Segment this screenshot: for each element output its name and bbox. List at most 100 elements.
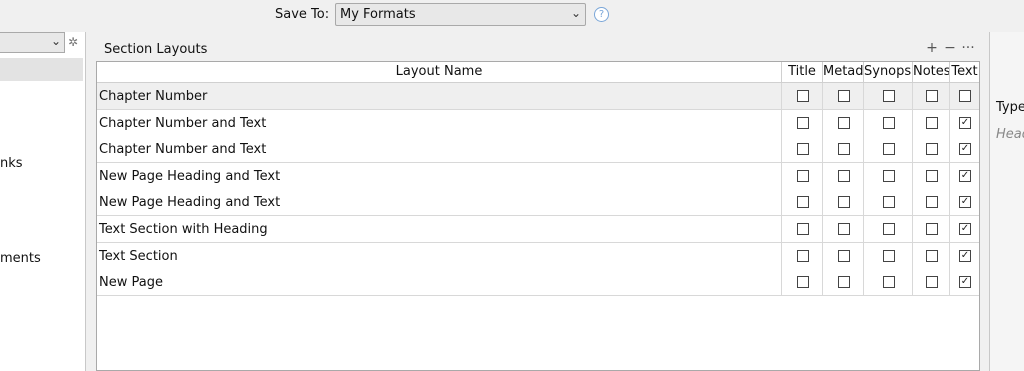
cell-text: ✓ <box>949 162 979 189</box>
text-checkbox[interactable]: ✓ <box>959 276 971 289</box>
section-actions: + − ··· <box>923 40 977 56</box>
text-checkbox[interactable]: ✓ <box>959 249 971 262</box>
notes-checkbox[interactable] <box>926 90 938 102</box>
meta-checkbox[interactable] <box>838 90 850 102</box>
left-selected-item[interactable] <box>0 58 83 81</box>
left-item-elements[interactable]: ments <box>0 251 41 266</box>
right-label-head: Head <box>996 127 1024 142</box>
chevron-down-icon: ⌄ <box>570 6 581 20</box>
title-checkbox[interactable] <box>797 276 809 289</box>
add-layout-button[interactable]: + <box>923 40 941 56</box>
syn-checkbox[interactable] <box>883 169 895 182</box>
remove-layout-button[interactable]: − <box>941 40 959 56</box>
cell-title <box>781 83 822 109</box>
layout-name: Text Section <box>99 248 178 264</box>
title-checkbox[interactable] <box>797 196 809 209</box>
cell-notes <box>912 216 949 242</box>
meta-checkbox[interactable] <box>838 249 850 262</box>
notes-checkbox[interactable] <box>926 116 938 129</box>
meta-checkbox[interactable] <box>838 223 850 235</box>
meta-checkbox[interactable] <box>838 276 850 289</box>
cell-meta <box>822 136 863 163</box>
meta-checkbox[interactable] <box>838 169 850 182</box>
cell-title <box>781 269 822 296</box>
syn-checkbox[interactable] <box>883 90 895 102</box>
cell-meta <box>822 109 863 136</box>
column-header-title[interactable]: Title <box>781 62 822 83</box>
column-header-notes[interactable]: Notes <box>912 62 949 83</box>
gear-icon[interactable]: ✲ <box>68 35 78 49</box>
cell-text: ✓ <box>949 109 979 136</box>
cell-text: ✓ <box>949 216 979 242</box>
title-checkbox[interactable] <box>797 116 809 129</box>
cell-notes <box>912 136 949 163</box>
table-row[interactable]: New Page Heading and Text ✓ <box>97 162 979 190</box>
syn-checkbox[interactable] <box>883 116 895 129</box>
title-checkbox[interactable] <box>797 249 809 262</box>
cell-title <box>781 189 822 216</box>
column-header-metadata[interactable]: Metadata <box>822 62 863 83</box>
cell-text <box>949 83 979 109</box>
text-checkbox[interactable]: ✓ <box>959 143 971 156</box>
title-checkbox[interactable] <box>797 223 809 235</box>
meta-checkbox[interactable] <box>838 196 850 209</box>
table-row[interactable]: Text Section with Heading ✓ <box>97 216 979 243</box>
cell-title <box>781 242 822 269</box>
notes-checkbox[interactable] <box>926 169 938 182</box>
cell-text: ✓ <box>949 136 979 163</box>
column-header-synopsis[interactable]: Synopsis <box>863 62 912 83</box>
cell-meta <box>822 216 863 242</box>
more-options-button[interactable]: ··· <box>959 40 977 56</box>
cell-text: ✓ <box>949 242 979 269</box>
syn-checkbox[interactable] <box>883 196 895 209</box>
title-checkbox[interactable] <box>797 143 809 156</box>
notes-checkbox[interactable] <box>926 223 938 235</box>
notes-checkbox[interactable] <box>926 249 938 262</box>
notes-checkbox[interactable] <box>926 143 938 156</box>
title-checkbox[interactable] <box>797 90 809 102</box>
table-row[interactable]: New Page Heading and Text ✓ <box>97 189 979 217</box>
syn-checkbox[interactable] <box>883 223 895 235</box>
layout-name: Chapter Number <box>99 89 208 104</box>
column-header-text[interactable]: Text <box>949 62 979 83</box>
table-row[interactable]: Chapter Number and Text ✓ <box>97 109 979 137</box>
text-checkbox[interactable]: ✓ <box>959 169 971 182</box>
cell-notes <box>912 109 949 136</box>
text-checkbox[interactable]: ✓ <box>959 196 971 209</box>
notes-checkbox[interactable] <box>926 196 938 209</box>
save-to-select[interactable]: My Formats ⌄ <box>335 3 586 26</box>
cell-syn <box>863 162 912 189</box>
title-checkbox[interactable] <box>797 169 809 182</box>
cell-title <box>781 136 822 163</box>
left-item-links[interactable]: nks <box>0 156 23 171</box>
cell-meta <box>822 162 863 189</box>
text-checkbox[interactable]: ✓ <box>959 223 971 235</box>
help-icon[interactable]: ? <box>594 7 609 22</box>
cell-notes <box>912 242 949 269</box>
cell-syn <box>863 109 912 136</box>
syn-checkbox[interactable] <box>883 143 895 156</box>
cell-title <box>781 216 822 242</box>
section-layouts-title: Section Layouts <box>104 42 208 57</box>
syn-checkbox[interactable] <box>883 249 895 262</box>
cell-syn <box>863 242 912 269</box>
layout-name: New Page Heading and Text <box>99 195 281 211</box>
cell-title <box>781 162 822 189</box>
right-label-type: Type <box>996 100 1024 115</box>
left-select[interactable]: ⌄ <box>0 32 65 53</box>
cell-syn <box>863 189 912 216</box>
column-header-layout-name[interactable]: Layout Name <box>97 62 781 83</box>
table-row[interactable]: Chapter Number <box>97 83 979 110</box>
syn-checkbox[interactable] <box>883 276 895 289</box>
table-row[interactable]: Chapter Number and Text ✓ <box>97 136 979 164</box>
table-row[interactable]: New Page ✓ <box>97 269 979 297</box>
meta-checkbox[interactable] <box>838 143 850 156</box>
notes-checkbox[interactable] <box>926 276 938 289</box>
text-checkbox[interactable]: ✓ <box>959 116 971 129</box>
meta-checkbox[interactable] <box>838 116 850 129</box>
cell-meta <box>822 242 863 269</box>
layout-name: New Page <box>99 275 163 291</box>
text-checkbox[interactable] <box>959 90 971 102</box>
cell-syn <box>863 83 912 109</box>
table-row[interactable]: Text Section ✓ <box>97 242 979 270</box>
